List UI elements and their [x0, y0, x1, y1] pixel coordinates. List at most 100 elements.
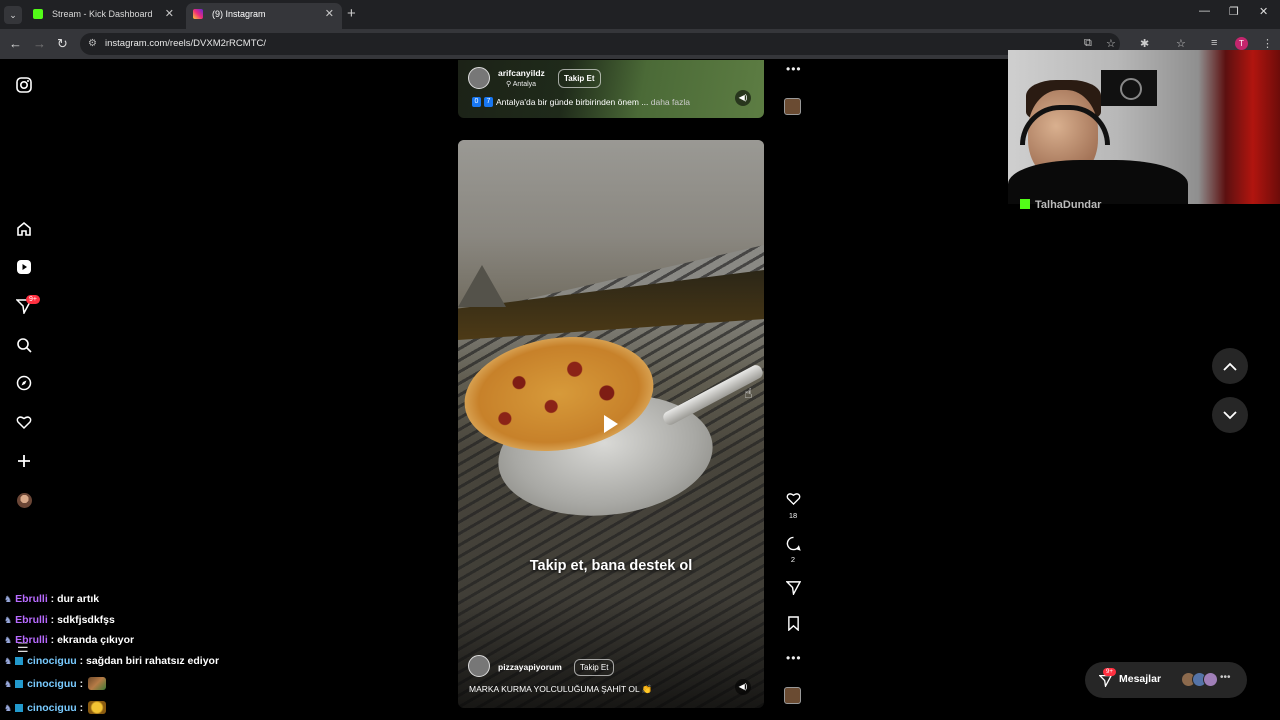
- webcam-person-shirt: [1008, 160, 1188, 204]
- webcam-overlay: [1008, 50, 1280, 204]
- mute-icon[interactable]: ◀): [735, 90, 751, 106]
- instagram-logo-icon[interactable]: [14, 75, 34, 95]
- notifications-heart-icon[interactable]: [14, 412, 34, 432]
- chat-username: cinociguu: [27, 655, 77, 667]
- chat-text: : ekranda çıkıyor: [50, 634, 135, 646]
- chat-message: ♞ Ebrulli : dur artık: [4, 593, 304, 605]
- recent-contacts: •••: [1181, 672, 1233, 688]
- chat-message: ♞ cinociguu : sağdan biri rahatsız ediyor: [4, 655, 304, 667]
- comment-icon[interactable]: [784, 534, 802, 552]
- streamer-name-text: TalhaDundar: [1035, 199, 1102, 211]
- kick-favicon-icon: [33, 9, 43, 19]
- chat-badge-icon: ♞: [4, 615, 13, 625]
- back-icon[interactable]: ←: [9, 36, 22, 51]
- tag-badge: 0: [472, 97, 481, 107]
- audio-thumbnail[interactable]: [784, 98, 801, 115]
- chat-username: Ebrulli: [15, 634, 48, 646]
- chat-text: : sağdan biri rahatsız ediyor: [79, 655, 220, 667]
- kick-logo-icon: [1020, 199, 1030, 209]
- chat-badge-icon: ♞: [4, 656, 13, 666]
- tab-title: (9) Instagram: [212, 9, 266, 19]
- search-icon[interactable]: [14, 335, 34, 355]
- messages-label: Mesajlar: [1119, 673, 1162, 685]
- caption-text: Antalya'da bir günde birbirinden önem ..…: [496, 97, 649, 107]
- tab-title: Stream - Kick Dashboard: [52, 9, 153, 19]
- reel-username[interactable]: pizzayapiyorum: [498, 662, 562, 672]
- mute-icon[interactable]: ◀): [735, 679, 751, 695]
- chat-badge-icon: ♞: [4, 703, 13, 713]
- tab-search-button[interactable]: ⌄: [4, 6, 22, 24]
- bookmark-star-icon[interactable]: ☆: [1106, 37, 1116, 50]
- chat-badge-icon: ♞: [4, 635, 13, 645]
- tab-instagram[interactable]: (9) Instagram ✕: [186, 3, 342, 29]
- create-plus-icon[interactable]: [14, 451, 34, 471]
- reading-list-icon[interactable]: ☆: [1176, 37, 1186, 50]
- reels-icon[interactable]: [14, 257, 34, 277]
- reload-icon[interactable]: ↻: [57, 36, 68, 52]
- profile-avatar[interactable]: T: [1235, 37, 1248, 50]
- audio-thumbnail[interactable]: [784, 687, 801, 704]
- notification-badge: 9+: [26, 295, 40, 304]
- reel-previous[interactable]: arifcanyildz ⚲ Antalya Takip Et 0 7 Anta…: [458, 60, 764, 118]
- save-bookmark-icon[interactable]: [784, 614, 802, 632]
- more-options-icon[interactable]: •••: [786, 651, 802, 665]
- share-icon[interactable]: [784, 578, 802, 596]
- menu-dots-icon[interactable]: ⋮: [1262, 37, 1273, 50]
- previous-reel-button[interactable]: [1212, 348, 1248, 384]
- location-text: Antalya: [512, 81, 537, 88]
- next-reel-button[interactable]: [1212, 397, 1248, 433]
- follow-button[interactable]: Takip Et: [574, 659, 615, 676]
- minimize-icon[interactable]: —: [1199, 5, 1210, 17]
- tag-badge: 7: [484, 97, 493, 107]
- forward-icon[interactable]: →: [33, 36, 46, 51]
- explore-icon[interactable]: [14, 373, 34, 393]
- avatar: [1203, 672, 1218, 687]
- avatar: [468, 655, 490, 677]
- streamer-name: TalhaDundar: [1020, 199, 1101, 211]
- more-dots-icon: •••: [1220, 672, 1231, 683]
- close-tab-icon[interactable]: ✕: [325, 3, 334, 25]
- tab-kick-dashboard[interactable]: Stream - Kick Dashboard ✕: [26, 3, 182, 29]
- reel-overlay-text: Takip et, bana destek ol: [529, 558, 693, 574]
- like-count: 18: [788, 511, 798, 520]
- more-options-icon[interactable]: •••: [786, 62, 802, 76]
- new-tab-button[interactable]: +: [347, 5, 356, 22]
- close-tab-icon[interactable]: ✕: [165, 3, 174, 25]
- restore-icon[interactable]: ❐: [1229, 5, 1239, 18]
- chat-text: : sdkfjsdkfşs: [50, 614, 115, 626]
- chat-message: ♞ cinociguu :: [4, 701, 304, 714]
- more-link[interactable]: daha fazla: [651, 97, 690, 107]
- location-pin-icon: ⚲: [506, 81, 513, 88]
- follow-button[interactable]: Takip Et: [558, 69, 601, 88]
- chat-message: ♞ Ebrulli : ekranda çıkıyor: [4, 634, 304, 646]
- chat-username: cinociguu: [27, 678, 77, 690]
- url-text: instagram.com/reels/DVXM2rRCMTC/: [105, 38, 266, 49]
- hand-cursor-icon: ☝: [744, 385, 753, 401]
- extensions-icon[interactable]: ✱: [1140, 37, 1149, 50]
- hot-surface-warning-icon: [458, 265, 506, 307]
- avatar: [468, 67, 490, 89]
- address-bar[interactable]: ⚙ instagram.com/reels/DVXM2rRCMTC/: [80, 33, 1120, 55]
- profile-icon[interactable]: [14, 490, 34, 510]
- play-icon[interactable]: [604, 415, 618, 433]
- browser-tab-bar: ⌄ Stream - Kick Dashboard ✕ (9) Instagra…: [0, 0, 1280, 29]
- chat-text: : dur artık: [50, 593, 100, 605]
- comment-count: 2: [790, 555, 796, 564]
- home-icon[interactable]: [14, 219, 34, 239]
- site-info-icon[interactable]: ⚙: [88, 33, 97, 55]
- like-heart-icon[interactable]: [784, 489, 802, 507]
- media-control-icon[interactable]: ≡: [1211, 37, 1217, 49]
- close-window-icon[interactable]: ✕: [1259, 5, 1268, 18]
- chat-message: ♞ cinociguu :: [4, 677, 304, 690]
- reel-username[interactable]: arifcanyildz: [498, 68, 545, 78]
- chat-message: ♞ Ebrulli : sdkfjsdkfşs: [4, 614, 304, 626]
- chat-badge-icon: ♞: [4, 679, 13, 689]
- chat-username: Ebrulli: [15, 614, 48, 626]
- wall-poster: [1101, 70, 1157, 106]
- chat-text: :: [79, 678, 84, 690]
- subscriber-badge-icon: [15, 657, 24, 665]
- install-app-icon[interactable]: ⧉: [1084, 37, 1092, 50]
- messages-button[interactable]: 9+ Mesajlar •••: [1085, 662, 1247, 698]
- reel-current[interactable]: Takip et, bana destek ol pizzayapiyorum …: [458, 140, 764, 708]
- chat-badge-icon: ♞: [4, 594, 13, 604]
